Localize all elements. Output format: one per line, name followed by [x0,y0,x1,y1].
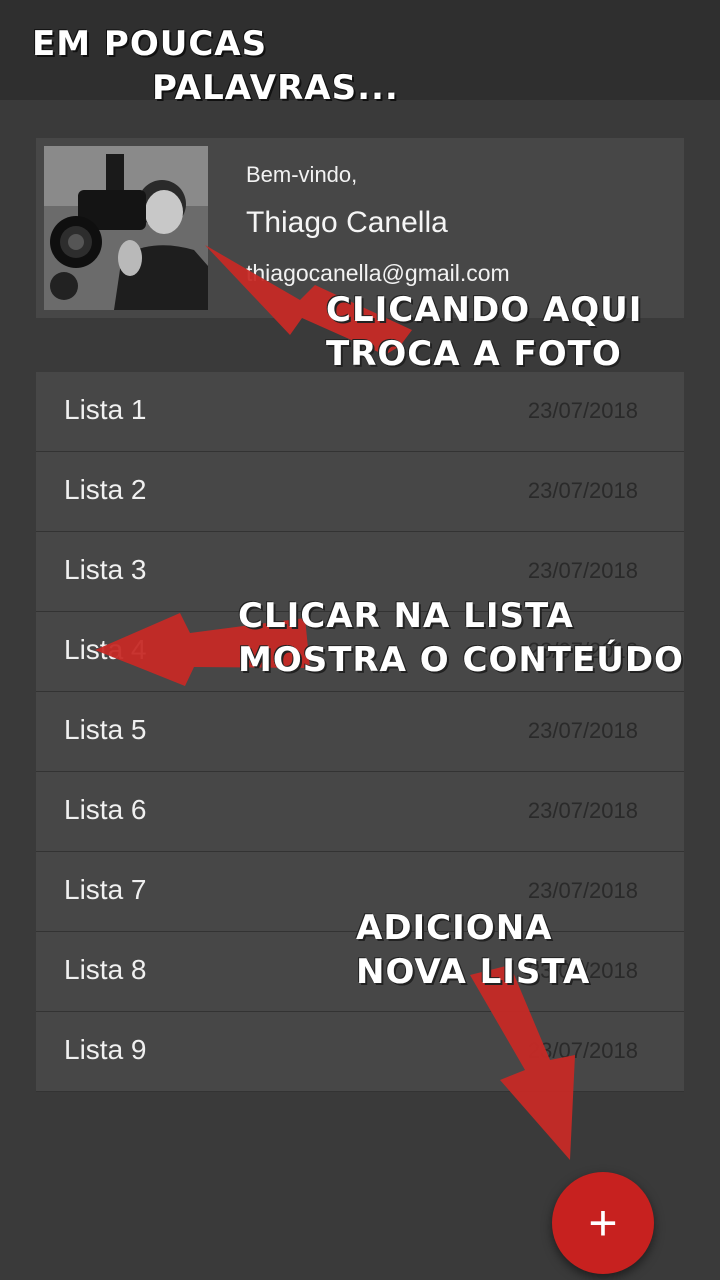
annotation-fab-line1: ADICIONA [356,908,553,948]
list-date: 23/07/2018 [527,798,638,823]
list-date: 23/07/2018 [527,558,638,583]
list-name: Lista 5 [64,714,147,745]
profile-photo[interactable] [44,146,208,310]
plus-icon: + [588,1195,618,1251]
list-name: Lista 6 [64,794,147,825]
list-date: 23/07/2018 [527,1038,638,1063]
list-name: Lista 9 [64,1034,147,1065]
headline-line-1: EM POUCAS [32,24,268,64]
headline-line-2: PALAVRAS... [152,68,399,108]
list-item[interactable]: Lista 2 23/07/2018 [36,452,684,532]
list-name: Lista 3 [64,554,147,585]
list-date: 23/07/2018 [527,478,638,503]
list-name: Lista 4 [64,634,147,665]
annotation-photo-line1: CLICANDO AQUI [326,290,643,330]
annotation-list-line1: CLICAR NA LISTA [238,596,574,636]
list-date: 23/07/2018 [527,878,638,903]
annotation-photo-line2: TROCA A FOTO [326,334,622,374]
photographer-icon [44,146,208,310]
list-name: Lista 8 [64,954,147,985]
user-name: Thiago Canella [246,206,448,239]
list-item[interactable]: Lista 1 23/07/2018 [36,372,684,452]
list-date: 23/07/2018 [527,718,638,743]
welcome-label: Bem-vindo, [246,162,358,187]
list-name: Lista 1 [64,394,147,425]
list-item[interactable]: Lista 6 23/07/2018 [36,772,684,852]
list-item[interactable]: Lista 5 23/07/2018 [36,692,684,772]
list-name: Lista 2 [64,474,147,505]
list-item[interactable]: Lista 9 23/07/2018 [36,1012,684,1092]
add-list-button[interactable]: + [552,1172,654,1274]
list-name: Lista 7 [64,874,147,905]
user-email: thiagocanella@gmail.com [246,260,510,286]
list-date: 23/07/2018 [527,398,638,423]
app-header: EM POUCAS PALAVRAS... [0,0,720,108]
annotation-list-line2: MOSTRA O CONTEÚDO [238,640,684,680]
annotation-fab-line2: NOVA LISTA [356,952,591,992]
